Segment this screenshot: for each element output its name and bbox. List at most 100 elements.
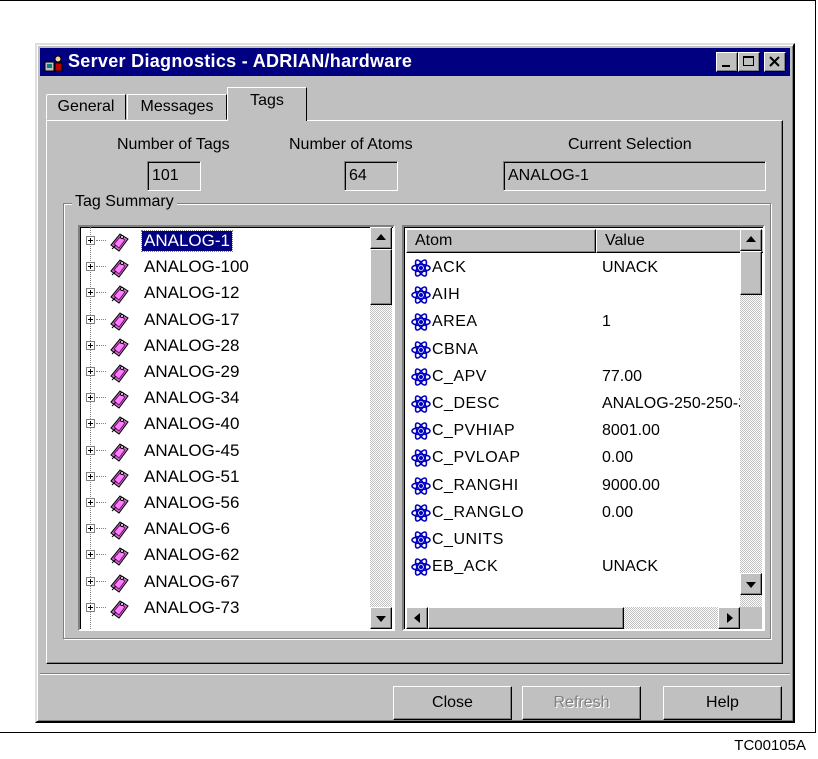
expand-icon[interactable] [86,550,95,560]
expand-icon[interactable] [86,288,95,298]
tree-item[interactable]: ANALOG-100 [80,255,340,281]
atom-row[interactable]: C_RANGHI 9000.00 [404,473,744,500]
tree-item[interactable]: ANALOG-6 [80,517,340,543]
tree-scroll-down-button[interactable] [370,607,392,629]
expand-icon[interactable] [86,498,95,507]
atom-row[interactable]: ACK UNACK [404,255,744,282]
expand-icon[interactable] [86,393,95,403]
tree-scroll-up-button[interactable] [370,227,392,249]
atom-scroll-up-button[interactable] [740,229,762,251]
atom-value: 1 [602,313,611,331]
maximize-button[interactable] [738,52,760,72]
window-title: Server Diagnostics - ADRIAN/hardware [68,51,413,71]
atom-scroll-right-button[interactable] [718,607,740,629]
number-of-atoms-label: Number of Atoms [289,136,413,153]
tree-item[interactable]: ANALOG-40 [80,412,340,438]
atom-icon [411,368,431,386]
tree-connector [96,554,106,556]
tag-tree[interactable]: ANALOG-1 ANALOG-100 ANALOG-12 ANALOG-17 ANAL… [78,225,395,631]
atom-value: 77.00 [602,367,643,385]
tree-item[interactable]: ANALOG-73 [80,596,340,622]
tree-item-label: ANALOG-28 [144,335,240,355]
atom-row[interactable]: C_RANGLO 0.00 [404,500,744,527]
atom-horizontal-scroll-thumb[interactable] [428,607,624,629]
atom-vertical-scroll-thumb[interactable] [740,251,762,295]
tree-item[interactable]: ANALOG-56 [80,491,340,517]
atom-row[interactable]: EB_ACK UNACK [404,554,744,581]
tree-item-label: ANALOG-40 [144,414,240,434]
atom-row[interactable]: CBNA [404,337,744,364]
expand-icon[interactable] [86,524,95,534]
tree-item-label: ANALOG-12 [144,283,240,303]
expand-icon[interactable] [86,602,95,612]
tag-icon [110,469,129,488]
tree-connector [96,528,106,530]
tree-item[interactable]: ANALOG-1 [80,229,340,255]
tag-icon [110,495,129,514]
close-window-button[interactable] [764,52,786,72]
tree-item[interactable]: ANALOG-62 [80,543,340,569]
tree-item[interactable]: ANALOG-28 [80,334,340,360]
minimize-button[interactable] [716,52,738,72]
atom-value: UNACK [602,259,659,276]
atom-list-horizontal-scrollbar[interactable] [406,607,762,629]
atom-icon [411,422,431,440]
atom-name: ACK [432,259,467,276]
figure-id: TC00105A [734,737,806,754]
tab-tags[interactable]: Tags [227,87,307,121]
atom-row[interactable]: C_APV 77.00 [404,364,744,391]
expand-icon[interactable] [86,314,95,324]
expand-icon[interactable] [86,367,95,376]
tree-item-label: ANALOG-29 [144,362,240,381]
tree-item[interactable]: ANALOG-51 [80,465,340,491]
atom-name: C_APV [432,367,487,385]
atom-value: 9000.00 [602,476,660,494]
scroll-right-icon [727,613,733,623]
scroll-down-icon [746,582,756,588]
atom-scroll-left-button[interactable] [406,607,428,629]
expand-icon[interactable] [86,445,95,455]
tag-icon [110,600,129,619]
tree-item[interactable]: ANALOG-34 [80,386,340,412]
tree-scroll-thumb[interactable] [370,249,392,305]
atom-row[interactable]: AIH [404,282,744,309]
tree-scrollbar[interactable] [370,227,392,629]
tag-icon [110,285,129,305]
tree-item[interactable]: ANALOG-29 [80,360,340,386]
atom-row[interactable]: C_PVHIAP 8001.00 [404,418,744,445]
column-header-atom[interactable]: Atom [406,229,596,253]
atom-list[interactable]: Atom Value ACK UNACK AIH AREA 1 CBNA C_APV 77.0… [402,225,765,631]
atom-row[interactable]: C_PVLOAP 0.00 [404,445,744,472]
expand-icon[interactable] [86,419,95,429]
atom-icon [411,340,431,359]
tab-tags-label: Tags [250,92,284,109]
tree-connector [96,580,106,582]
help-button[interactable]: Help [663,686,782,720]
tag-icon [110,547,129,567]
tab-messages[interactable]: Messages [127,94,227,120]
expand-icon[interactable] [86,262,95,272]
tab-general[interactable]: General [46,94,126,120]
refresh-button[interactable]: Refresh [522,686,641,720]
tag-icon [110,233,129,252]
tree-item[interactable]: ANALOG-17 [80,308,340,334]
atom-icon [411,558,431,576]
atom-scroll-down-button[interactable] [740,573,762,595]
tag-icon [110,338,129,357]
minimize-icon [722,65,730,67]
close-button[interactable]: Close [393,686,512,720]
tree-connector [96,292,106,294]
tree-item[interactable]: ANALOG-45 [80,439,340,465]
expand-icon[interactable] [86,340,95,350]
expand-icon[interactable] [86,576,95,586]
atom-row[interactable]: AREA 1 [404,309,744,336]
expand-icon[interactable] [86,236,95,245]
title-bar[interactable]: Server Diagnostics - ADRIAN/hardware [40,48,790,76]
atom-row[interactable]: C_DESC ANALOG-250-250-3 [404,391,747,418]
atom-list-vertical-scrollbar[interactable] [740,229,762,607]
expand-icon[interactable] [86,471,95,481]
tree-item[interactable]: ANALOG-12 [80,281,340,307]
number-of-atoms-field: 64 [344,161,398,191]
atom-row[interactable]: C_UNITS [404,527,744,554]
tree-item[interactable]: ANALOG-67 [80,570,340,596]
